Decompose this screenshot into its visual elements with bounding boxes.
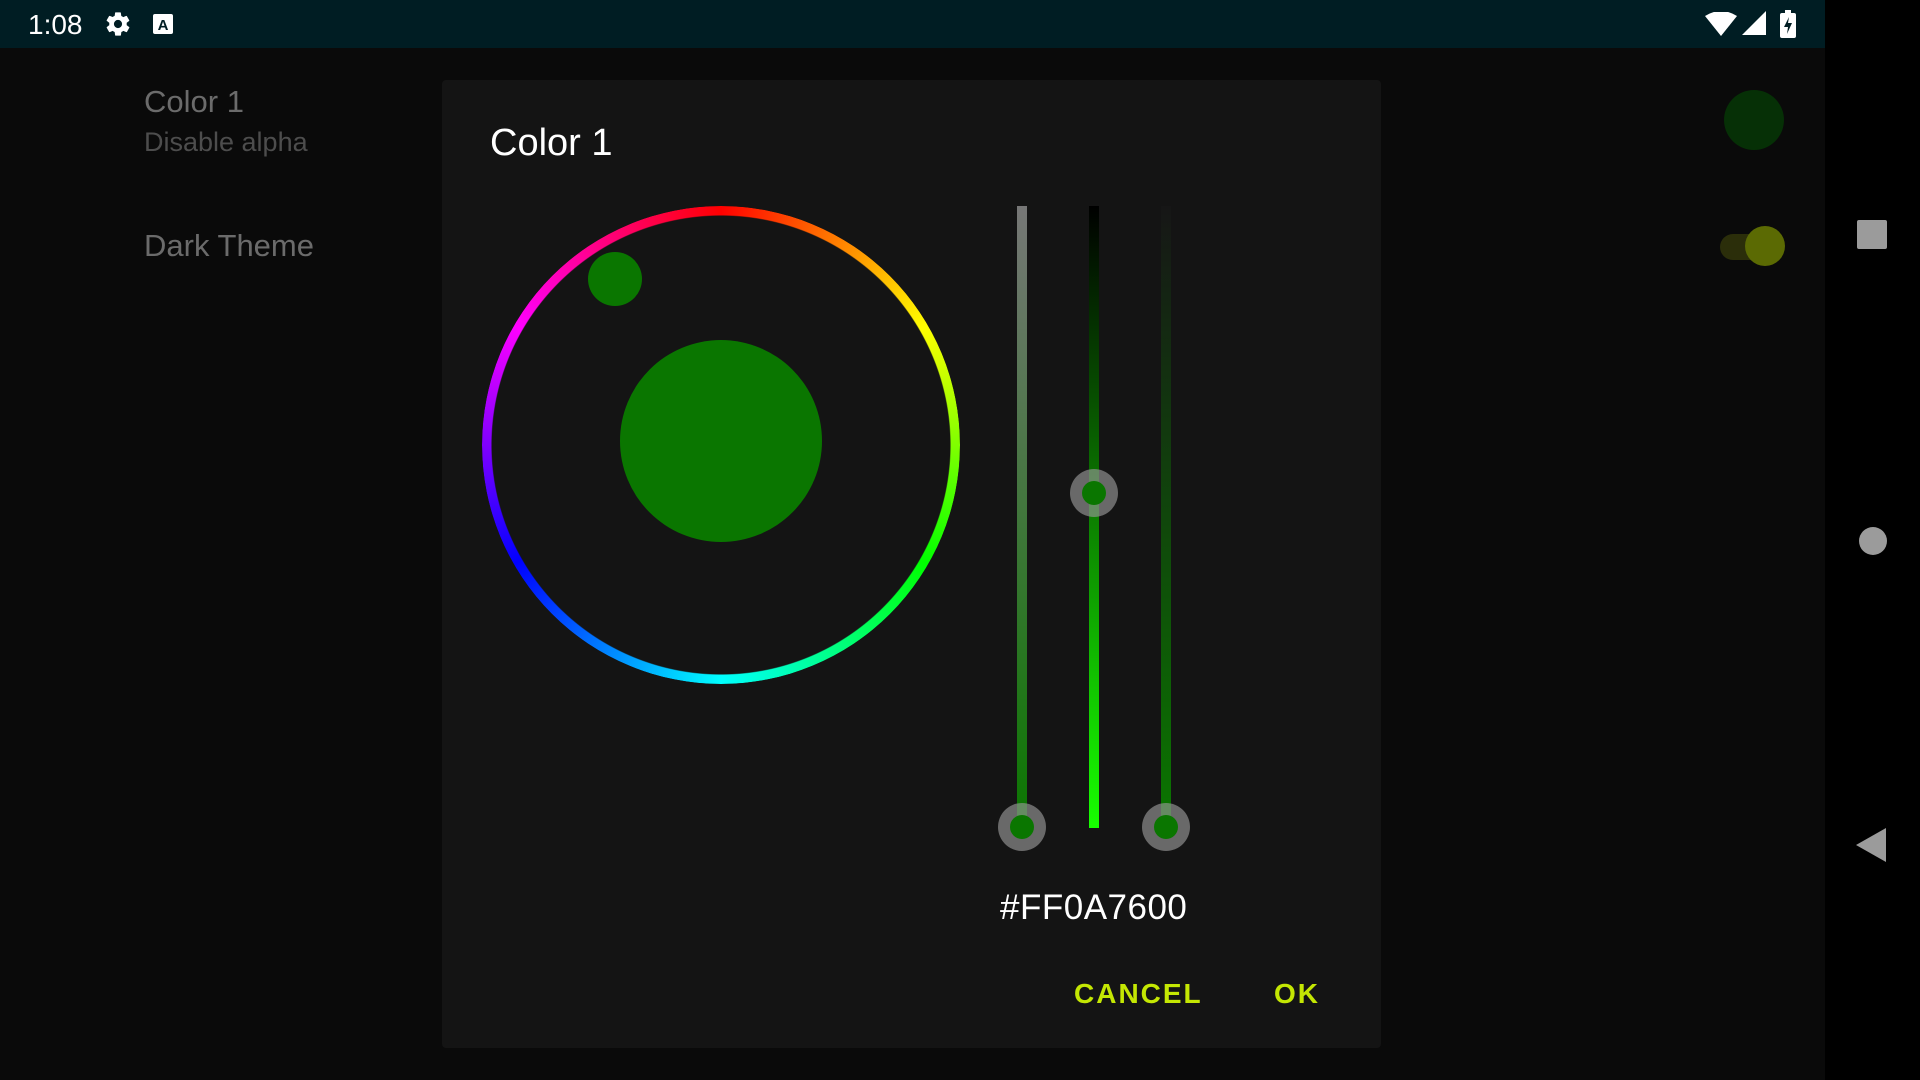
home-circle-icon[interactable] [1859,527,1887,555]
color-picker-dialog: Color 1 #FF0A7600 CANCEL OK [442,80,1381,1048]
battery-charging-icon [1780,10,1796,38]
saturation-thumb-dot [1154,815,1178,839]
value-slider-thumb[interactable] [1070,469,1118,517]
value-thumb-dot [1082,481,1106,505]
pref-color-title: Color 1 [144,84,244,119]
device-screen: Color 1 Disable alpha Dark Theme 1:08 A [0,0,1920,1080]
status-bar: 1:08 A [0,0,1825,48]
settings-gear-icon [106,12,130,36]
svg-text:A: A [158,17,169,34]
wifi-icon [1705,12,1737,36]
dark-theme-switch-thumb[interactable] [1745,226,1785,266]
pref-color-swatch[interactable] [1724,90,1784,150]
cancel-button[interactable]: CANCEL [1074,978,1203,1010]
status-time: 1:08 [28,9,83,40]
selected-color-preview [620,340,822,542]
cell-signal-icon [1742,11,1766,35]
value-slider[interactable] [1089,206,1099,828]
pref-dark-theme-title: Dark Theme [144,228,314,263]
pref-color-summary: Disable alpha [144,127,308,157]
dialog-title: Color 1 [490,122,613,164]
alpha-slider[interactable] [1017,206,1027,828]
hue-thumb[interactable] [588,252,642,306]
recents-square-icon[interactable] [1857,220,1887,249]
hue-color-wheel[interactable] [474,198,968,692]
saturation-slider[interactable] [1161,206,1171,828]
alpha-thumb-dot [1010,815,1034,839]
ok-button[interactable]: OK [1274,978,1320,1010]
saturation-slider-thumb[interactable] [1142,803,1190,851]
text-a-icon: A [153,14,173,34]
back-triangle-icon[interactable] [1856,828,1886,862]
hex-color-value: #FF0A7600 [1000,888,1188,927]
alpha-slider-thumb[interactable] [998,803,1046,851]
